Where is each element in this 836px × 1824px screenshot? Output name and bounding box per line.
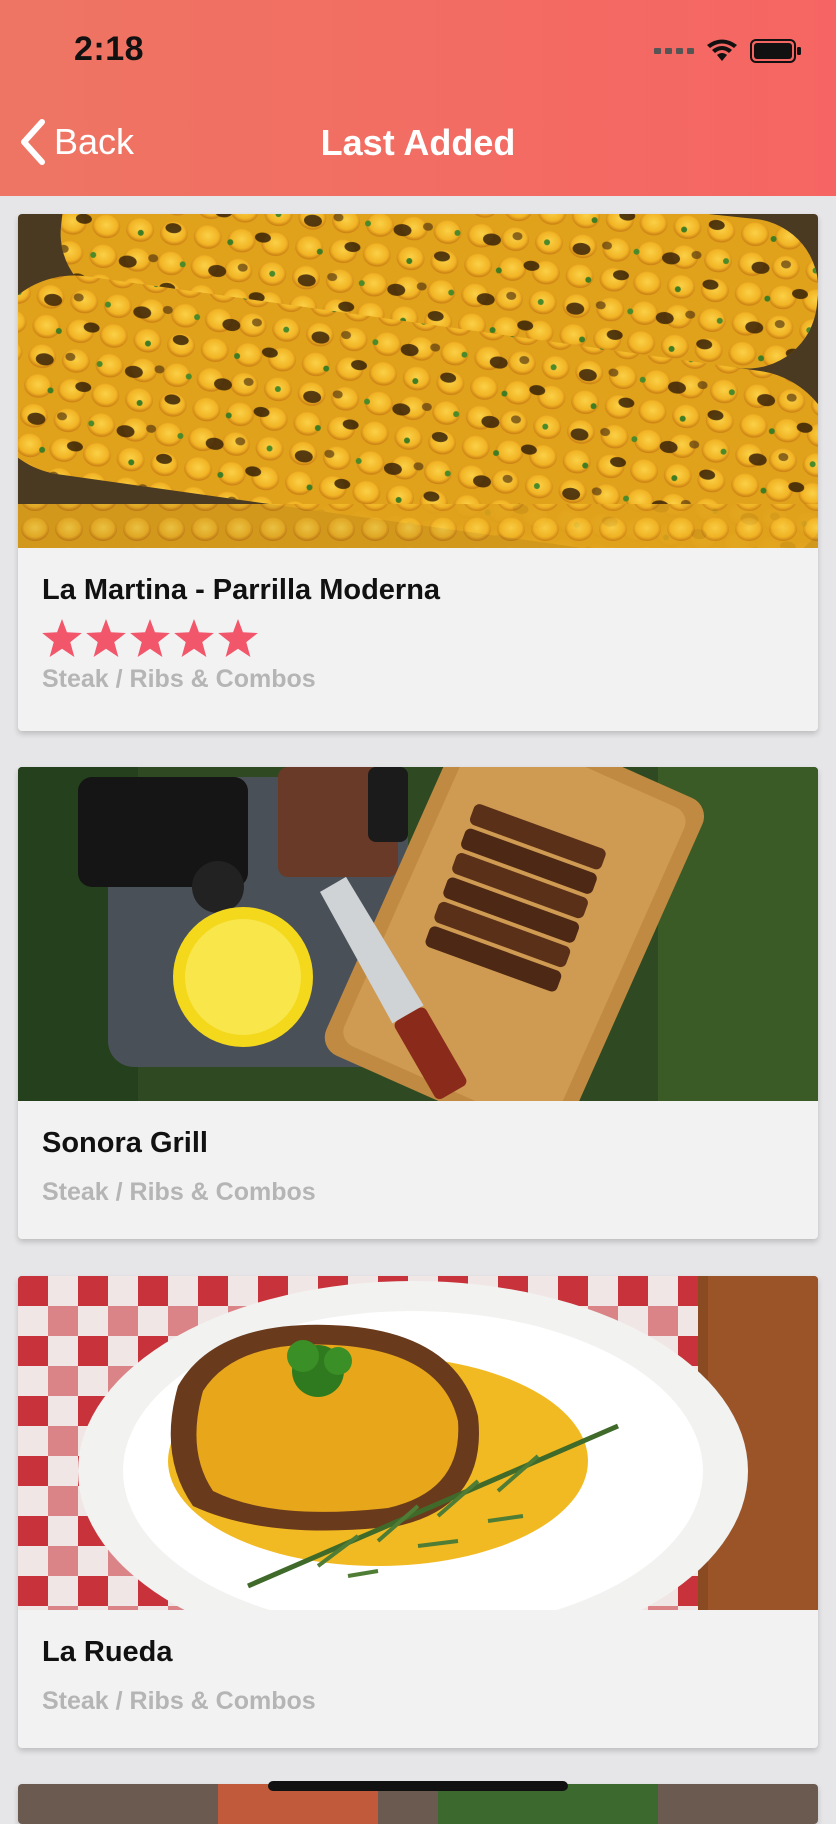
page-title: Last Added <box>320 122 516 163</box>
star-icon <box>86 619 126 657</box>
star-icon <box>174 619 214 657</box>
restaurant-name: La Martina - Parrilla Moderna <box>42 574 441 606</box>
restaurant-card[interactable]: La Martina - Parrilla Moderna Steak / Ri… <box>18 214 818 731</box>
restaurant-card[interactable]: La Rueda Steak / Ribs & Combos <box>18 1276 818 1748</box>
restaurant-image-plated-steak <box>18 1276 818 1610</box>
star-icon <box>130 619 170 657</box>
restaurant-image-grilled-corn <box>18 214 818 548</box>
restaurant-name: Sonora Grill <box>42 1127 208 1159</box>
star-icon <box>218 619 258 657</box>
signal-icon <box>654 48 694 54</box>
restaurant-category: Steak / Ribs & Combos <box>42 665 316 693</box>
battery-icon <box>750 38 802 64</box>
restaurant-name: La Rueda <box>42 1636 173 1668</box>
wifi-icon <box>706 39 738 63</box>
restaurant-category: Steak / Ribs & Combos <box>42 1178 316 1206</box>
rating-stars <box>42 619 794 657</box>
status-time: 2:18 <box>74 30 145 68</box>
status-icons <box>654 38 802 64</box>
navigation-header: 2:18 Back Last Added <box>0 0 836 196</box>
restaurant-image-steak-on-board <box>18 767 818 1101</box>
star-icon <box>42 619 82 657</box>
restaurant-card[interactable]: Sonora Grill Steak / Ribs & Combos <box>18 767 818 1239</box>
home-indicator[interactable] <box>268 1781 568 1791</box>
restaurant-category: Steak / Ribs & Combos <box>42 1687 316 1715</box>
